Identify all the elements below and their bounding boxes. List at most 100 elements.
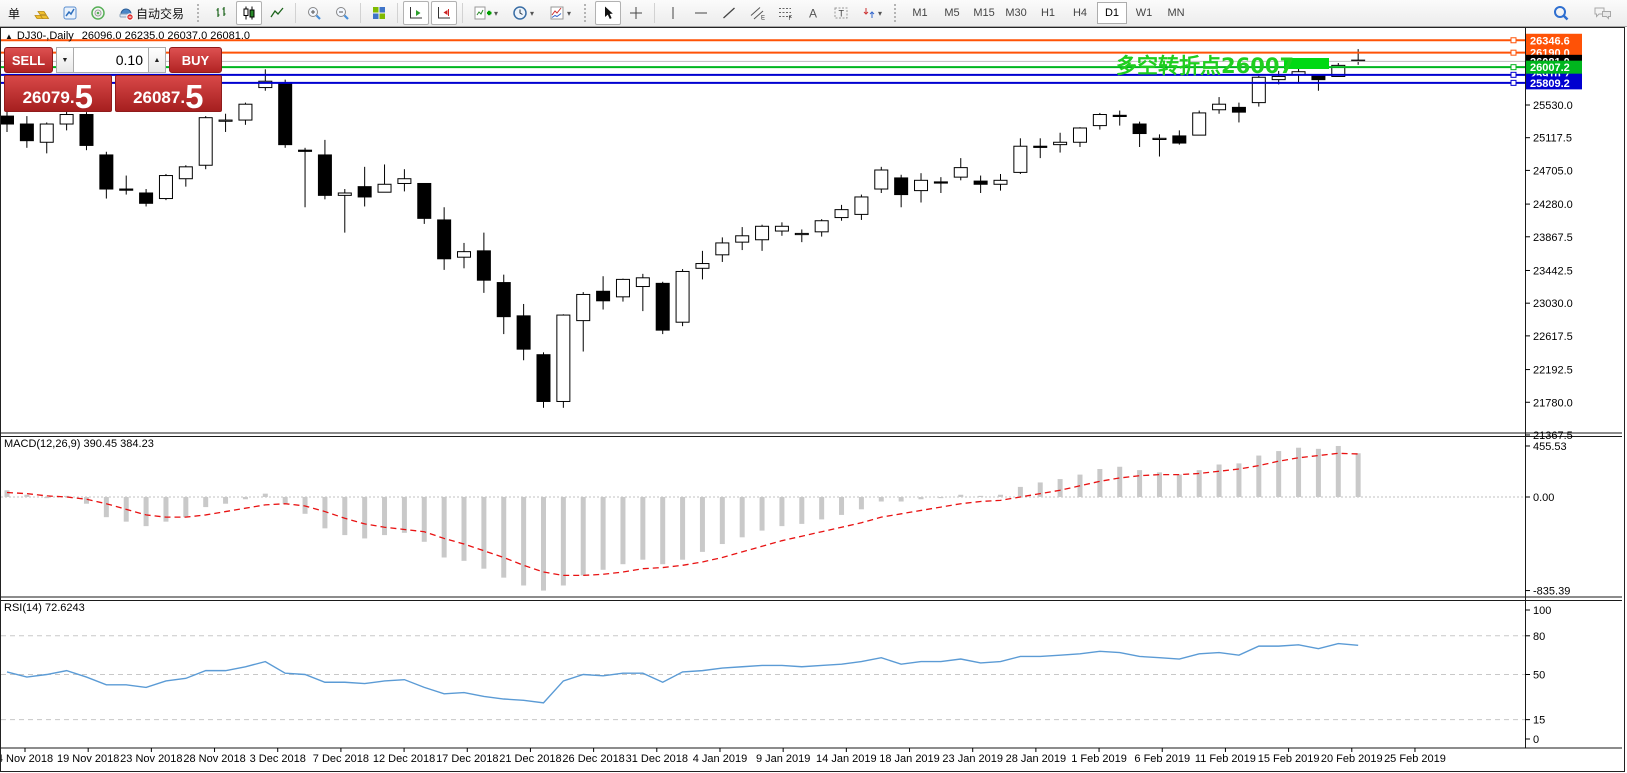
timeframe-m1[interactable]: M1 xyxy=(905,2,935,24)
timeframe-m30[interactable]: M30 xyxy=(1001,2,1031,24)
price-tag-text: 26346.6 xyxy=(1530,35,1570,47)
toolbar-separator xyxy=(654,3,655,23)
signal-button[interactable] xyxy=(85,1,111,25)
chat-bubbles-icon xyxy=(1593,5,1613,21)
sell-button[interactable]: SELL xyxy=(4,47,53,73)
chevron-down-icon: ▾ xyxy=(878,9,882,18)
tile-windows-icon xyxy=(371,5,387,21)
chart-shift-button[interactable] xyxy=(431,1,457,25)
hline-handle[interactable] xyxy=(1511,65,1516,70)
chart-ohlc-values: 26096.0 26235.0 26037.0 26081.0 xyxy=(82,30,250,42)
date-label: 12 Dec 2018 xyxy=(373,753,435,765)
report-chart-icon xyxy=(62,5,78,21)
search-button[interactable] xyxy=(1548,1,1574,25)
trendline-tool-button[interactable] xyxy=(716,1,742,25)
vertical-line-icon xyxy=(665,5,681,21)
timeframe-m15[interactable]: M15 xyxy=(969,2,999,24)
date-label: 14 Jan 2019 xyxy=(816,753,877,765)
rsi-tick-label: 80 xyxy=(1533,631,1545,643)
channel-tool-button[interactable]: E xyxy=(744,1,770,25)
svg-text:F: F xyxy=(788,16,792,21)
hline-handle[interactable] xyxy=(1511,80,1516,85)
horizontal-line-icon xyxy=(693,5,709,21)
ohlc-bars-icon xyxy=(213,5,229,21)
one-click-trading-panel: SELL ▼ ▲ BUY 26079.5 26087.5 xyxy=(4,47,222,112)
volume-stepper: ▼ ▲ xyxy=(56,47,166,73)
rsi-tick-label: 0 xyxy=(1533,734,1539,746)
text-label-tool-button[interactable]: T xyxy=(828,1,854,25)
candlestick-mode-button[interactable] xyxy=(236,1,262,25)
macd-tick-label: -835.39 xyxy=(1533,586,1570,598)
market-report-button[interactable] xyxy=(57,1,83,25)
vertical-line-tool-button[interactable] xyxy=(660,1,686,25)
price-tick-label: 24705.0 xyxy=(1533,165,1573,177)
text-tool-button[interactable]: A xyxy=(800,1,826,25)
zoom-in-button[interactable] xyxy=(301,1,327,25)
timeframe-d1[interactable]: D1 xyxy=(1097,2,1127,24)
auto-scroll-icon xyxy=(408,5,424,21)
date-label: 4 Jan 2019 xyxy=(693,753,747,765)
zoom-in-icon xyxy=(306,5,322,21)
macd-label: MACD(12,26,9) 390.45 384.23 xyxy=(4,438,154,450)
date-label: 18 Jan 2019 xyxy=(879,753,940,765)
indicators-button[interactable]: ▾ xyxy=(468,1,504,25)
price-tag-text: 26007.2 xyxy=(1530,62,1570,74)
price-tag-text: 25809.2 xyxy=(1530,78,1570,90)
date-label: 28 Nov 2018 xyxy=(183,753,245,765)
timeframe-h1[interactable]: H1 xyxy=(1033,2,1063,24)
hline-handle[interactable] xyxy=(1511,72,1516,77)
horizontal-line-tool-button[interactable] xyxy=(688,1,714,25)
rsi-axis: 1008050150 xyxy=(1525,605,1551,746)
chart-window: 多空转折点26007 25530.025117.524705.024280.023… xyxy=(0,27,1625,772)
templates-button[interactable]: ▾ xyxy=(542,1,578,25)
new-order-button[interactable]: 单 xyxy=(1,1,27,25)
timeframe-group: M1M5M15M30H1H4D1W1MN xyxy=(904,2,1192,24)
hline-handle[interactable] xyxy=(1511,50,1516,55)
price-tick-label: 25530.0 xyxy=(1533,100,1573,112)
zoom-out-button[interactable] xyxy=(329,1,355,25)
bar-chart-mode-button[interactable] xyxy=(208,1,234,25)
macd-axis: 455.530.00-835.39 xyxy=(1525,441,1570,598)
price-axis: 25530.025117.524705.024280.023867.523442… xyxy=(1525,100,1573,442)
buy-price-button[interactable]: 26087.5 xyxy=(115,75,223,112)
hline-handle[interactable] xyxy=(1511,38,1516,43)
fibonacci-tool-button[interactable]: F xyxy=(772,1,798,25)
timeframe-h4[interactable]: H4 xyxy=(1065,2,1095,24)
price-tick-label: 23442.5 xyxy=(1533,265,1573,277)
tile-windows-button[interactable] xyxy=(366,1,392,25)
volume-input[interactable] xyxy=(74,47,148,73)
line-chart-mode-button[interactable] xyxy=(264,1,290,25)
robot-icon xyxy=(118,5,134,21)
annotation-text[interactable]: 多空转折点26007 xyxy=(1116,54,1294,78)
date-label: 31 Dec 2018 xyxy=(626,753,688,765)
timeframe-w1[interactable]: W1 xyxy=(1129,2,1159,24)
gold-button[interactable] xyxy=(29,1,55,25)
autotrade-button[interactable]: 自动交易 xyxy=(113,1,191,25)
date-label: 21 Dec 2018 xyxy=(499,753,561,765)
toolbar-separator xyxy=(295,3,296,23)
date-label: 19 Nov 2018 xyxy=(57,753,119,765)
volume-increase-button[interactable]: ▲ xyxy=(148,47,166,73)
arrows-tool-button[interactable]: ▾ xyxy=(856,1,888,25)
rsi-name: RSI(14) xyxy=(4,602,42,614)
cursor-button[interactable] xyxy=(595,1,621,25)
template-icon xyxy=(549,5,565,21)
auto-scroll-button[interactable] xyxy=(403,1,429,25)
buy-button[interactable]: BUY xyxy=(169,47,222,73)
chart-canvas[interactable]: 多空转折点26007 25530.025117.524705.024280.023… xyxy=(1,28,1624,771)
chart-symbol-period: DJ30-,Daily xyxy=(17,30,74,42)
chat-button[interactable] xyxy=(1590,1,1616,25)
crosshair-button[interactable] xyxy=(623,1,649,25)
signal-radar-icon xyxy=(90,5,106,21)
chevron-down-icon: ▾ xyxy=(530,9,534,18)
sell-price-button[interactable]: 26079.5 xyxy=(4,75,112,112)
date-label: 11 Feb 2019 xyxy=(1195,753,1256,765)
toolbar-separator xyxy=(462,3,463,23)
periods-button[interactable]: ▾ xyxy=(506,1,540,25)
timeframe-mn[interactable]: MN xyxy=(1161,2,1191,24)
rsi-tick-label: 50 xyxy=(1533,670,1545,682)
volume-decrease-button[interactable]: ▼ xyxy=(56,47,74,73)
timeframe-m5[interactable]: M5 xyxy=(937,2,967,24)
zoom-out-icon xyxy=(334,5,350,21)
date-label: 25 Feb 2019 xyxy=(1384,753,1446,765)
